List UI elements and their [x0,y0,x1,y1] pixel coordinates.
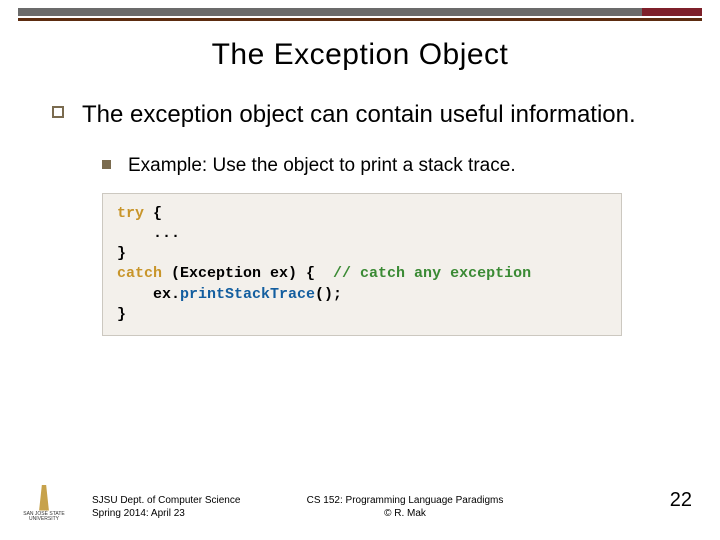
slide-title: The Exception Object [0,38,720,72]
bullet2-pre: Example: Use the object to print a [128,155,418,176]
rule-accent [642,8,702,16]
bullet1-text: The exception object can contain useful … [82,101,636,128]
footer-date: Spring 2014: April 23 [92,508,185,519]
bullet-level-1: The exception object can contain useful … [52,100,680,130]
footer: SAN JOSÉ STATE UNIVERSITY SJSU Dept. of … [0,472,720,526]
slide-body: The exception object can contain useful … [52,100,680,336]
bullet2-em: stack trace [418,155,510,176]
sjsu-logo: SAN JOSÉ STATE UNIVERSITY [22,485,66,523]
footer-center: CS 152: Programming Language Paradigms ©… [250,494,560,520]
code-method: printStackTrace [180,286,315,303]
code-block: try { ... } catch (Exception ex) { // ca… [102,193,622,337]
bullet2-post: . [510,155,515,176]
code-l4b: (Exception ex) { [162,265,333,282]
footer-dept: SJSU Dept. of Computer Science [92,495,240,506]
footer-left: SJSU Dept. of Computer Science Spring 20… [92,494,240,520]
slide: The Exception Object The exception objec… [0,0,720,540]
footer-copyright: © R. Mak [384,508,426,519]
top-rule [18,8,702,26]
code-l5a: ex. [117,286,180,303]
code-l3: } [117,245,126,262]
logo-text: SAN JOSÉ STATE UNIVERSITY [22,512,66,523]
tower-icon [37,485,51,511]
code-comment: // catch any exception [333,265,531,282]
rule-gray [18,8,702,16]
rule-maroon [18,18,702,21]
code-l6: } [117,306,126,323]
code-kw-try: try [117,205,144,222]
page-number: 22 [670,489,692,512]
code-l5c: (); [315,286,342,303]
code-l1b: { [144,205,162,222]
code-kw-catch: catch [117,265,162,282]
code-l2: ... [117,225,180,242]
footer-course: CS 152: Programming Language Paradigms [307,495,504,506]
bullet-level-2: Example: Use the object to print a stack… [102,154,680,179]
